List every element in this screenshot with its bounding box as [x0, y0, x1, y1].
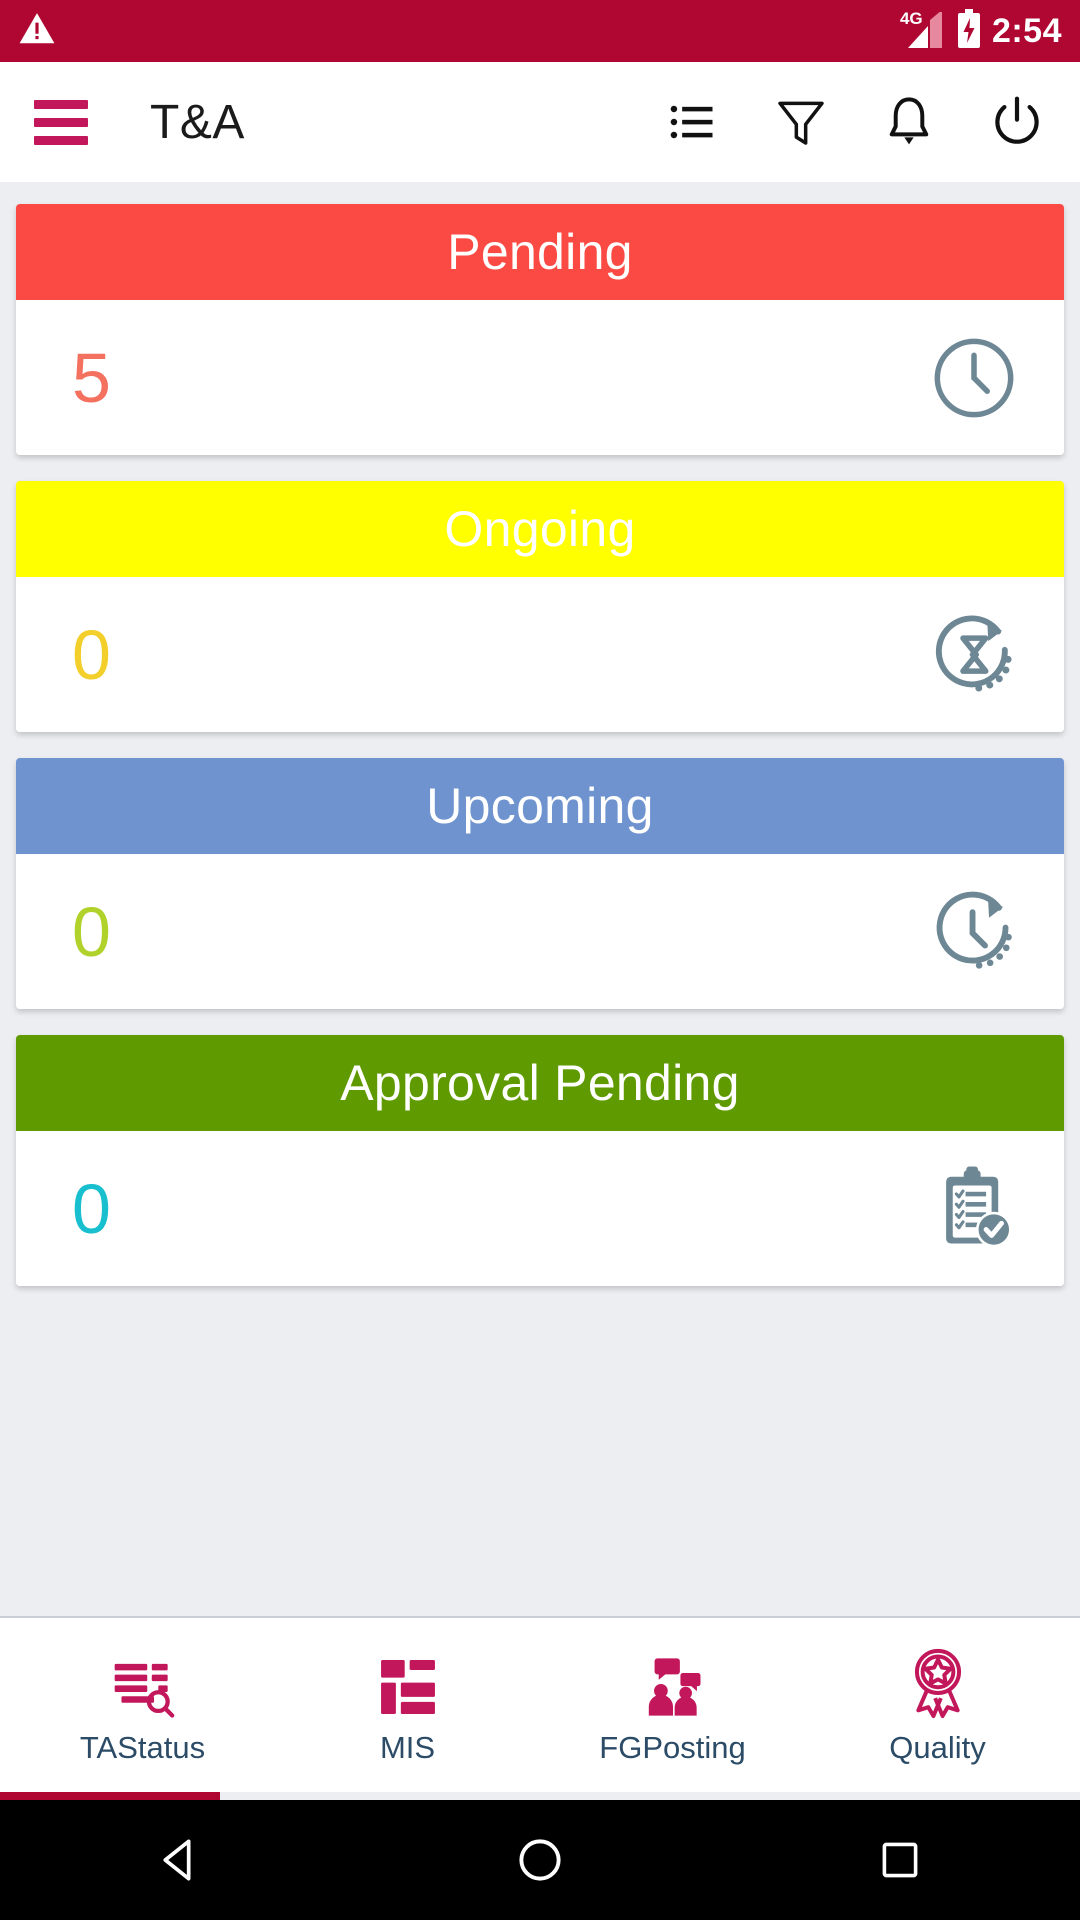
- card-header-ongoing: Ongoing: [16, 481, 1064, 577]
- card-title: Ongoing: [444, 501, 636, 557]
- nav-item-tastatus[interactable]: TAStatus: [10, 1644, 275, 1766]
- clock-arrow-icon: [926, 884, 1022, 980]
- fg-posting-icon: [637, 1644, 709, 1720]
- status-bar-left: [18, 10, 56, 53]
- status-card-ongoing[interactable]: Ongoing 0: [16, 481, 1064, 732]
- page-title: T&A: [150, 95, 245, 149]
- battery-charging-icon: [956, 8, 982, 54]
- recents-square-icon[interactable]: [840, 1800, 960, 1920]
- back-triangle-icon[interactable]: [120, 1800, 240, 1920]
- warning-triangle-icon: [18, 10, 56, 53]
- card-count: 5: [72, 338, 111, 417]
- card-body-approval-pending: 0: [16, 1131, 1064, 1286]
- card-title: Pending: [447, 224, 633, 280]
- app-bar-actions: [664, 93, 1046, 151]
- card-header-pending: Pending: [16, 204, 1064, 300]
- status-bar: 4G 2:54: [0, 0, 1080, 62]
- card-count: 0: [72, 892, 111, 971]
- android-system-nav: [0, 1800, 1080, 1920]
- app-bar: T&A: [0, 62, 1080, 182]
- card-header-approval-pending: Approval Pending: [16, 1035, 1064, 1131]
- nav-item-fgposting[interactable]: FGPosting: [540, 1644, 805, 1766]
- filter-icon[interactable]: [772, 93, 830, 151]
- power-icon[interactable]: [988, 93, 1046, 151]
- nav-label: FGPosting: [599, 1730, 746, 1765]
- dashboard-content: Pending 5 Ongoing 0 Upcoming 0 Approval …: [0, 182, 1080, 1616]
- quality-ribbon-icon: [902, 1644, 974, 1720]
- page-scroll-indicator: [0, 1792, 1080, 1800]
- card-title: Approval Pending: [340, 1055, 740, 1111]
- app-screen: 4G 2:54 T&A Pending 5 Ongoing 0 Upcoming…: [0, 0, 1080, 1920]
- home-circle-icon[interactable]: [480, 1800, 600, 1920]
- nav-label: Quality: [889, 1730, 986, 1765]
- card-count: 0: [72, 1169, 111, 1248]
- nav-label: MIS: [379, 1730, 436, 1765]
- status-bar-clock: 2:54: [991, 12, 1062, 50]
- signal-bars-icon: 4G: [900, 10, 946, 50]
- status-card-pending[interactable]: Pending 5: [16, 204, 1064, 455]
- status-bar-right: 4G 2:54: [900, 8, 1062, 54]
- notification-bell-icon[interactable]: [880, 93, 938, 151]
- nav-item-quality[interactable]: Quality: [805, 1644, 1070, 1766]
- mis-grid-icon: [375, 1644, 441, 1720]
- clock-icon: [926, 330, 1022, 426]
- hourglass-refresh-icon: [926, 607, 1022, 703]
- list-icon[interactable]: [664, 93, 722, 151]
- card-header-upcoming: Upcoming: [16, 758, 1064, 854]
- hamburger-menu-icon[interactable]: [34, 99, 88, 145]
- card-title: Upcoming: [426, 778, 654, 834]
- nav-label: TAStatus: [79, 1730, 206, 1765]
- nav-item-mis[interactable]: MIS: [275, 1644, 540, 1766]
- ta-status-icon: [107, 1644, 179, 1720]
- card-count: 0: [72, 615, 111, 694]
- clipboard-check-icon: [926, 1161, 1022, 1257]
- status-card-approval-pending[interactable]: Approval Pending 0: [16, 1035, 1064, 1286]
- status-card-upcoming[interactable]: Upcoming 0: [16, 758, 1064, 1009]
- card-body-upcoming: 0: [16, 854, 1064, 1009]
- bottom-navigation: TAStatus MIS FGPosting Quality: [0, 1616, 1080, 1792]
- card-body-pending: 5: [16, 300, 1064, 455]
- card-body-ongoing: 0: [16, 577, 1064, 732]
